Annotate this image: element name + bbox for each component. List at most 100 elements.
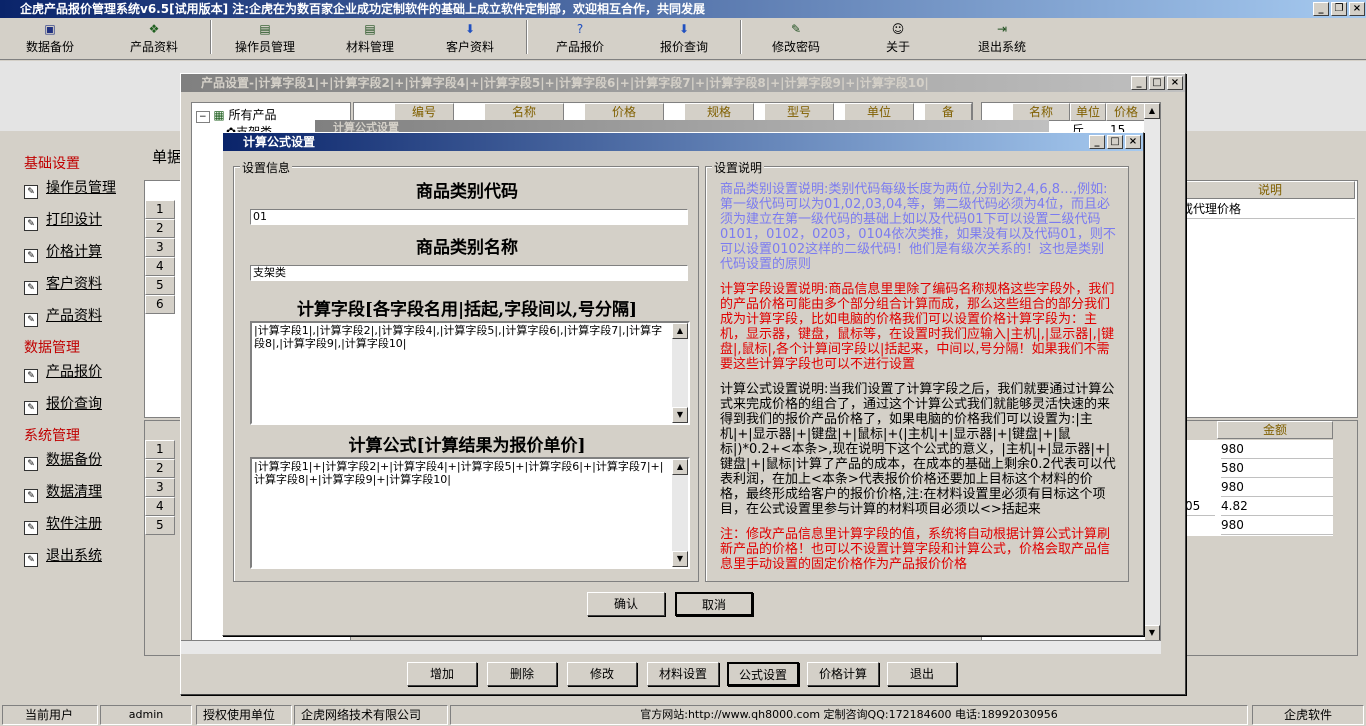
scroll-down-icon[interactable]: ▼ [672,407,688,423]
sidebar-item-cleanup[interactable]: ✎ 数据清理 [24,481,102,503]
product-window-controls: _ □ × [1131,76,1183,90]
column-header: 单位 [1070,103,1106,121]
confirm-button[interactable]: 确认 [587,592,665,616]
tree-root[interactable]: − ▦ 所有产品 [196,106,277,123]
column-header: 名称 [484,103,564,121]
minimize-button[interactable]: _ [1131,76,1147,90]
sidebar-item-label: 数据清理 [46,484,102,500]
sidebar-item-label: 产品资料 [46,308,102,324]
status-auth-value: 企虎网络技术有限公司 [294,705,448,725]
toolbar-operator-button[interactable]: ▤ 操作员管理 [230,20,300,58]
row-number: 4 [145,497,175,516]
sidebar-item-price-calc[interactable]: ✎ 价格计算 [24,241,102,263]
restore-button[interactable]: ❐ [1331,2,1347,16]
explain-note: 注：修改产品信息里计算字段的值，系统将自动根据计算公式计算刷新产品的价格！也可以… [720,527,1111,572]
column-header: 金额 [1217,421,1333,439]
sidebar-item-label: 数据备份 [46,452,102,468]
product-window-titlebar: 产品设置-|计算字段1|+|计算字段2|+|计算字段4|+|计算字段5|+|计算… [181,74,1185,92]
collapse-icon[interactable]: − [196,111,210,123]
settings-info-group: 设置信息 商品类别代码 01 商品类别名称 支架类 计算字段[各字段名用|括起,… [233,159,699,582]
sidebar-item-query[interactable]: ✎ 报价查询 [24,393,102,415]
row-number: 5 [145,516,175,535]
sidebar-section-data: 数据管理 [24,340,80,356]
exit-icon: ⇥ [996,22,1008,36]
status-bar: 当前用户 admin 授权使用单位 企虎网络技术有限公司 官方网站:http:/… [0,703,1366,726]
formula-settings-button[interactable]: 公式设置 [727,662,799,686]
product-window-hscrollbar[interactable] [181,640,1161,654]
toolbar-label: 材料管理 [345,40,394,54]
background-form-label: 单据 [152,148,183,166]
minimize-button[interactable]: _ [1089,135,1105,149]
toolbar-label: 关于 [885,40,910,54]
sidebar-item-customers[interactable]: ✎ 客户资料 [24,273,102,295]
column-header: 备 [924,103,972,121]
toolbar-backup-button[interactable]: ▣ 数据备份 [20,20,80,58]
close-button[interactable]: × [1349,2,1365,16]
toolbar-about-button[interactable]: ☺ 关于 [878,20,918,58]
column-header: 型号 [764,103,834,121]
cancel-button[interactable]: 取消 [675,592,753,616]
scroll-up-icon[interactable]: ▲ [672,323,688,339]
sidebar: 基础设置 ✎ 操作员管理 ✎ 打印设计 ✎ 价格计算 ✎ 客户资料 ✎ 产品资料 数据管理… [0,132,140,658]
name-heading: 商品类别名称 [416,238,518,258]
formula-textarea[interactable]: |计算字段1|+|计算字段2|+|计算字段4|+|计算字段5|+|计算字段6|+… [250,457,690,569]
edit-icon: ✎ [24,553,38,567]
scroll-down-icon[interactable]: ▼ [1144,625,1160,641]
scroll-up-icon[interactable]: ▲ [672,459,688,475]
sidebar-item-label: 客户资料 [46,276,102,292]
edit-icon: ✎ [24,217,38,231]
price-calc-button[interactable]: 价格计算 [807,662,879,686]
maximize-button[interactable]: □ [1107,135,1123,149]
category-code-input[interactable]: 01 [250,209,688,225]
sidebar-item-operators[interactable]: ✎ 操作员管理 [24,177,116,199]
edit-button[interactable]: 修改 [567,662,637,686]
toolbar-separator [210,20,212,54]
sidebar-item-products[interactable]: ✎ 产品资料 [24,305,102,327]
close-button[interactable]: × [1167,76,1183,90]
maximize-button[interactable]: □ [1149,76,1165,90]
toolbar-customer-button[interactable]: ⬇ 客户资料 [440,20,500,58]
sidebar-item-exit[interactable]: ✎ 退出系统 [24,545,102,567]
sidebar-item-label: 打印设计 [46,212,102,228]
edit-icon: ✎ [24,369,38,383]
column-header: 单位 [844,103,914,121]
column-header: 说明 [1185,181,1355,199]
textarea-scrollbar[interactable]: ▲ ▼ [672,323,688,423]
calc-fields-textarea[interactable]: |计算字段1|,|计算字段2|,|计算字段4|,|计算字段5|,|计算字段6|,… [250,321,690,425]
scroll-up-icon[interactable]: ▲ [1144,103,1160,119]
status-brand: 企虎软件 [1252,705,1364,725]
sidebar-item-label: 价格计算 [46,244,102,260]
sidebar-item-print[interactable]: ✎ 打印设计 [24,209,102,231]
material-grid-scrollbar[interactable]: ▲ ▼ [1144,103,1160,641]
material-settings-button[interactable]: 材料设置 [647,662,719,686]
minimize-button[interactable]: _ [1313,2,1329,16]
row-number: 2 [145,459,175,478]
sidebar-item-label: 退出系统 [46,548,102,564]
toolbar-label: 报价查询 [659,40,708,54]
toolbar-material-button[interactable]: ▤ 材料管理 [340,20,400,58]
sidebar-section-system: 系统管理 [24,428,80,444]
sidebar-item-register[interactable]: ✎ 软件注册 [24,513,102,535]
textarea-scrollbar[interactable]: ▲ ▼ [672,459,688,567]
edit-icon: ✎ [24,457,38,471]
toolbar-query-button[interactable]: ⬇ 报价查询 [654,20,714,58]
toolbar-exit-button[interactable]: ⇥ 退出系统 [972,20,1032,58]
edit-icon: ✎ [24,489,38,503]
toolbar-product-button[interactable]: ❖ 产品资料 [124,20,184,58]
toolbar-quote-button[interactable]: ? 产品报价 [550,20,610,58]
sidebar-item-quote[interactable]: ✎ 产品报价 [24,361,102,383]
toolbar-password-button[interactable]: ✎ 修改密码 [766,20,826,58]
edit-icon: ✎ [24,521,38,535]
category-name-input[interactable]: 支架类 [250,265,688,281]
row-number: 2 [145,219,175,238]
scroll-down-icon[interactable]: ▼ [672,551,688,567]
grid-cell: 05 [1185,497,1215,516]
formula-dialog-title: 计算公式设置 [243,135,316,149]
add-button[interactable]: 增加 [407,662,477,686]
grid-cell: 980 [1221,516,1333,535]
delete-button[interactable]: 删除 [487,662,557,686]
close-button[interactable]: × [1125,135,1141,149]
row-number: 3 [145,478,175,497]
exit-button[interactable]: 退出 [887,662,957,686]
sidebar-item-backup[interactable]: ✎ 数据备份 [24,449,102,471]
